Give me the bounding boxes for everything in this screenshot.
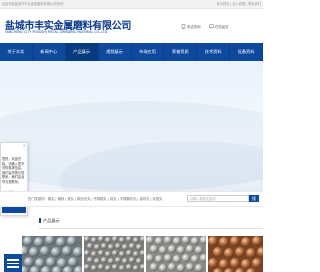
message-icon xyxy=(209,24,214,29)
side-menu-button[interactable] xyxy=(4,254,22,272)
chat-send-button[interactable] xyxy=(2,206,26,213)
search-input[interactable]: 请输入搜索关键词 xyxy=(187,195,249,202)
nav-item-applications[interactable]: 市场应用 xyxy=(132,43,165,61)
product-image-cut-wire-shot[interactable] xyxy=(146,236,206,272)
menu-icon xyxy=(7,259,19,261)
chat-popup-message: 您好，欢迎光临，请输入您不可的需求信息，我们会尽快与您联系，我们会及时与您联系。 xyxy=(2,157,25,184)
nav-item-videos[interactable]: 视频展示 xyxy=(99,43,132,61)
search-button[interactable]: 搜 xyxy=(249,195,259,202)
nav-item-equipment[interactable]: 设备资料 xyxy=(230,43,263,61)
nav-item-about[interactable]: 关于丰实 xyxy=(0,43,33,61)
nav-item-news[interactable]: 新闻中心 xyxy=(33,43,66,61)
search-bar: 热门关键词：钢丸 | 钢砂 | 铁丸 | 钢丝切丸 | 不锈钢丸 | 铝丸 | … xyxy=(0,191,263,207)
nav-item-tech[interactable]: 技术资料 xyxy=(197,43,231,61)
products-title: 产品展示 xyxy=(43,217,60,223)
product-image-copper-shot[interactable] xyxy=(208,236,263,272)
contact-phone-label: 电话咨询 xyxy=(187,25,201,29)
contact-online[interactable]: 在线留言 xyxy=(209,24,229,29)
welcome-text: 欢迎光临盐城市丰实金属磨料有限公司官网！ xyxy=(2,2,66,6)
contact-phone[interactable]: 电话咨询 xyxy=(181,24,201,29)
header: 盐城市丰实金属磨料有限公司 YANCHENG CITY FENGSHI META… xyxy=(0,9,263,41)
hot-keywords[interactable]: 热门关键词：钢丸 | 钢砂 | 铁丸 | 钢丝切丸 | 不锈钢丸 | 铝丸 | … xyxy=(28,196,162,201)
heading-marker xyxy=(39,218,41,223)
company-name-en: YANCHENG CITY FENGSHI METAL GRINDING MAT… xyxy=(5,30,109,34)
product-image-steel-shot[interactable] xyxy=(84,236,144,272)
menu-icon xyxy=(7,262,19,264)
phone-icon xyxy=(181,24,186,29)
close-icon[interactable]: × xyxy=(23,144,26,148)
divider xyxy=(39,228,263,229)
nav-item-honors[interactable]: 荣誉资质 xyxy=(164,43,198,61)
top-bar: 欢迎光临盐城市丰实金属磨料有限公司官网！ 设为首页 | 加入收藏 | 联系我们 xyxy=(0,0,263,9)
nav-item-products[interactable]: 产品展示 xyxy=(65,43,99,61)
products-heading: 产品展示 xyxy=(39,216,60,225)
menu-icon xyxy=(7,266,19,268)
main-nav: 关于丰实 新闻中心 产品展示 视频展示 市场应用 荣誉资质 技术资料 设备资料 xyxy=(0,43,263,61)
top-links[interactable]: 设为首页 | 加入收藏 | 联系我们 xyxy=(217,1,261,6)
hero-banner xyxy=(0,61,263,191)
product-image-steel-balls[interactable] xyxy=(22,236,82,272)
contact-online-label: 在线留言 xyxy=(215,25,229,29)
